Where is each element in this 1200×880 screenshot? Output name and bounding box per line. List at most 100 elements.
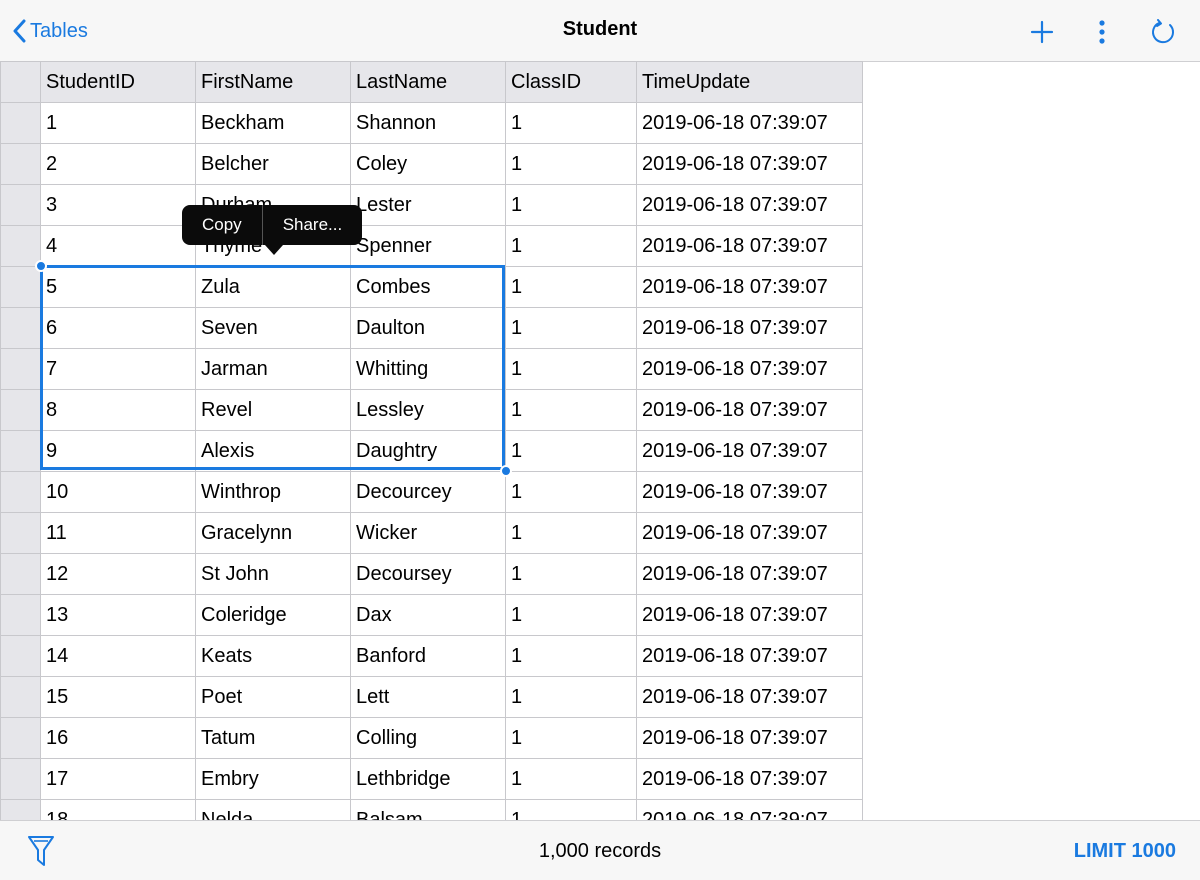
table-cell[interactable]: Lessley <box>350 389 506 431</box>
table-cell[interactable]: 9 <box>40 430 196 472</box>
table-cell[interactable]: Colling <box>350 717 506 759</box>
table-cell[interactable]: 1 <box>505 717 637 759</box>
table-cell[interactable]: Coleridge <box>195 594 351 636</box>
row-header[interactable] <box>0 512 41 554</box>
table-cell[interactable]: Balsam <box>350 799 506 820</box>
row-header[interactable] <box>0 307 41 349</box>
table-cell[interactable]: 5 <box>40 266 196 308</box>
table-cell[interactable]: 2019-06-18 07:39:07 <box>636 717 863 759</box>
table-cell[interactable]: Decourcey <box>350 471 506 513</box>
table-cell[interactable]: 1 <box>505 102 637 144</box>
table-cell[interactable]: Revel <box>195 389 351 431</box>
table-row[interactable]: 9 Alexis Daughtry 1 2019-06-18 07:39:07 <box>0 430 863 472</box>
share-button[interactable]: Share... <box>263 205 363 245</box>
limit-button[interactable]: LIMIT 1000 <box>1074 840 1176 863</box>
table-row[interactable]: 7 Jarman Whitting 1 2019-06-18 07:39:07 <box>0 348 863 390</box>
column-header[interactable]: FirstName <box>195 61 351 103</box>
table-row[interactable]: 18 Nelda Balsam 1 2019-06-18 07:39:07 <box>0 799 863 820</box>
add-button[interactable] <box>1026 16 1058 48</box>
row-header[interactable] <box>0 225 41 267</box>
table-cell[interactable]: 2019-06-18 07:39:07 <box>636 307 863 349</box>
table-cell[interactable]: 1 <box>505 430 637 472</box>
copy-button[interactable]: Copy <box>182 205 262 245</box>
table-cell[interactable]: 16 <box>40 717 196 759</box>
table-cell[interactable]: 1 <box>505 635 637 677</box>
table-cell[interactable]: 1 <box>505 184 637 226</box>
table-row[interactable]: 6 Seven Daulton 1 2019-06-18 07:39:07 <box>0 307 863 349</box>
table-cell[interactable]: 2019-06-18 07:39:07 <box>636 430 863 472</box>
table-cell[interactable]: Spenner <box>350 225 506 267</box>
table-cell[interactable]: 13 <box>40 594 196 636</box>
table-cell[interactable]: Dax <box>350 594 506 636</box>
table-cell[interactable]: 2019-06-18 07:39:07 <box>636 512 863 554</box>
table-cell[interactable]: 1 <box>505 758 637 800</box>
table-cell[interactable]: 1 <box>505 307 637 349</box>
corner-cell[interactable] <box>0 61 41 103</box>
table-cell[interactable]: 12 <box>40 553 196 595</box>
refresh-button[interactable] <box>1147 16 1179 48</box>
table-cell[interactable]: 1 <box>505 676 637 718</box>
table-cell[interactable]: 11 <box>40 512 196 554</box>
table-cell[interactable]: Gracelynn <box>195 512 351 554</box>
table-cell[interactable]: 1 <box>505 348 637 390</box>
table-cell[interactable]: 1 <box>40 102 196 144</box>
table-cell[interactable]: Daulton <box>350 307 506 349</box>
table-cell[interactable]: 1 <box>505 389 637 431</box>
table-row[interactable]: 5 Zula Combes 1 2019-06-18 07:39:07 <box>0 266 863 308</box>
table-cell[interactable]: 2019-06-18 07:39:07 <box>636 799 863 820</box>
table-cell[interactable]: Whitting <box>350 348 506 390</box>
table-row[interactable]: 4 Thyme Spenner 1 2019-06-18 07:39:07 <box>0 225 863 267</box>
table-row[interactable]: 17 Embry Lethbridge 1 2019-06-18 07:39:0… <box>0 758 863 800</box>
table-cell[interactable]: Alexis <box>195 430 351 472</box>
table-row[interactable]: 3 Durham Lester 1 2019-06-18 07:39:07 <box>0 184 863 226</box>
table-cell[interactable]: 2019-06-18 07:39:07 <box>636 225 863 267</box>
table-cell[interactable]: Banford <box>350 635 506 677</box>
table-cell[interactable]: 18 <box>40 799 196 820</box>
row-header[interactable] <box>0 389 41 431</box>
table-cell[interactable]: 17 <box>40 758 196 800</box>
row-header[interactable] <box>0 594 41 636</box>
table-cell[interactable]: Embry <box>195 758 351 800</box>
column-header[interactable]: StudentID <box>40 61 196 103</box>
table-cell[interactable]: St John <box>195 553 351 595</box>
table-row[interactable]: 12 St John Decoursey 1 2019-06-18 07:39:… <box>0 553 863 595</box>
table-cell[interactable]: 1 <box>505 471 637 513</box>
row-header[interactable] <box>0 635 41 677</box>
row-header[interactable] <box>0 143 41 185</box>
table-row[interactable]: 2 Belcher Coley 1 2019-06-18 07:39:07 <box>0 143 863 185</box>
table-row[interactable]: 15 Poet Lett 1 2019-06-18 07:39:07 <box>0 676 863 718</box>
table-cell[interactable]: Keats <box>195 635 351 677</box>
table-cell[interactable]: Poet <box>195 676 351 718</box>
row-header[interactable] <box>0 676 41 718</box>
row-header[interactable] <box>0 758 41 800</box>
row-header[interactable] <box>0 471 41 513</box>
selection-handle-bottom-right[interactable] <box>500 465 512 477</box>
table-cell[interactable]: 2019-06-18 07:39:07 <box>636 143 863 185</box>
table-cell[interactable]: 4 <box>40 225 196 267</box>
table-cell[interactable]: Belcher <box>195 143 351 185</box>
table-cell[interactable]: Zula <box>195 266 351 308</box>
column-header[interactable]: LastName <box>350 61 506 103</box>
more-options-button[interactable] <box>1086 16 1118 48</box>
table-cell[interactable]: Wicker <box>350 512 506 554</box>
table-row[interactable]: 8 Revel Lessley 1 2019-06-18 07:39:07 <box>0 389 863 431</box>
table-cell[interactable]: 2019-06-18 07:39:07 <box>636 676 863 718</box>
table-cell[interactable]: 1 <box>505 553 637 595</box>
table-cell[interactable]: 1 <box>505 594 637 636</box>
table-row[interactable]: 16 Tatum Colling 1 2019-06-18 07:39:07 <box>0 717 863 759</box>
table-cell[interactable]: 2019-06-18 07:39:07 <box>636 758 863 800</box>
table-cell[interactable]: Combes <box>350 266 506 308</box>
table-cell[interactable]: 1 <box>505 266 637 308</box>
row-header[interactable] <box>0 430 41 472</box>
table-cell[interactable]: Tatum <box>195 717 351 759</box>
table-cell[interactable]: 2019-06-18 07:39:07 <box>636 266 863 308</box>
table-cell[interactable]: 14 <box>40 635 196 677</box>
row-header[interactable] <box>0 266 41 308</box>
table-cell[interactable]: 15 <box>40 676 196 718</box>
row-header[interactable] <box>0 102 41 144</box>
table-cell[interactable]: 10 <box>40 471 196 513</box>
row-header[interactable] <box>0 553 41 595</box>
table-cell[interactable]: 2019-06-18 07:39:07 <box>636 102 863 144</box>
row-header[interactable] <box>0 348 41 390</box>
table-cell[interactable]: Winthrop <box>195 471 351 513</box>
